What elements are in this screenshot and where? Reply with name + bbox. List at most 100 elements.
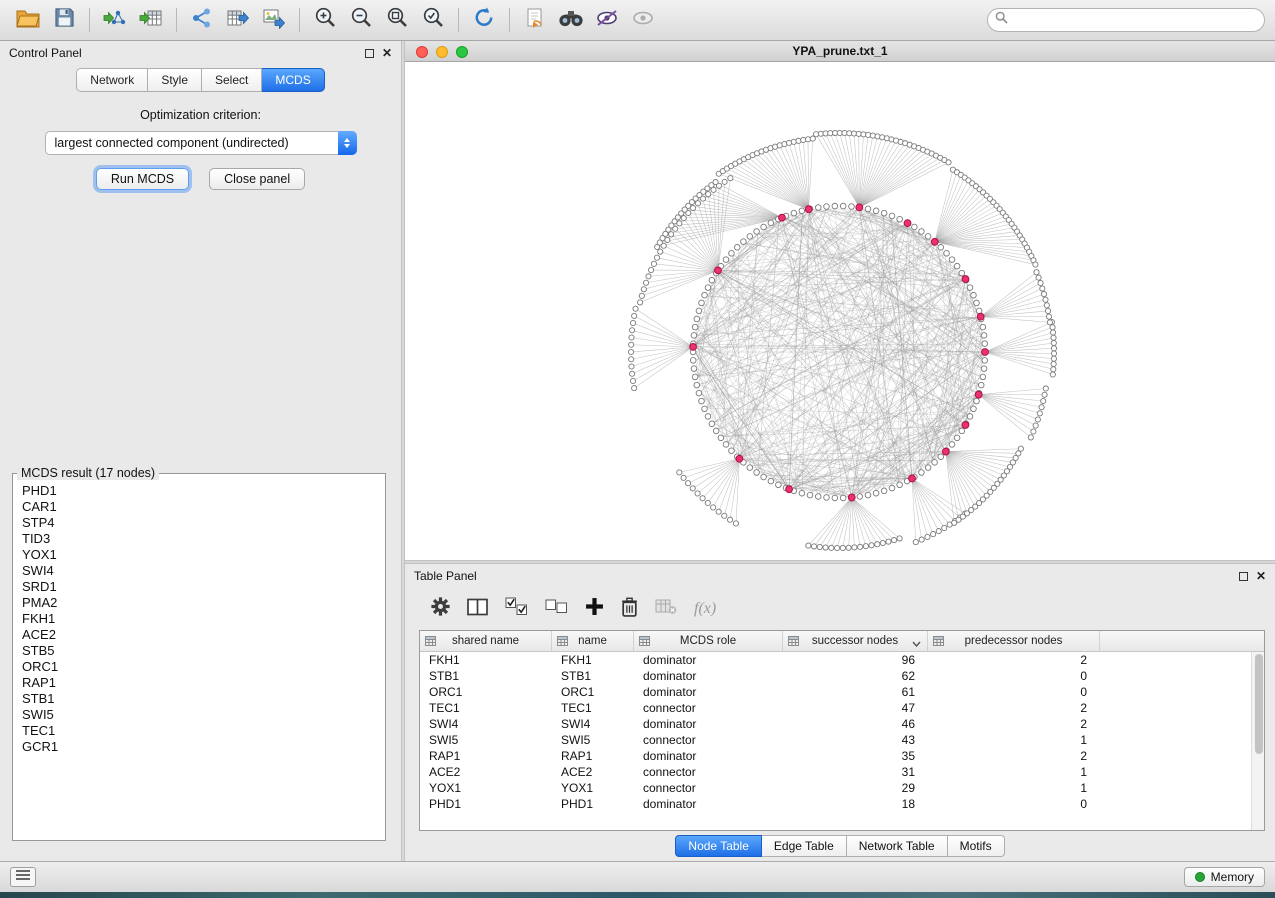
table-scrollbar[interactable] — [1251, 652, 1264, 830]
result-node[interactable]: GCR1 — [22, 739, 385, 755]
unchecked-boxes-icon — [545, 597, 568, 621]
task-history-button[interactable] — [10, 867, 36, 887]
show-hide-button[interactable] — [625, 5, 661, 36]
tab-network[interactable]: Network — [76, 68, 148, 92]
manage-networks-button[interactable] — [517, 5, 553, 36]
tab-mcds[interactable]: MCDS — [262, 68, 324, 92]
save-session-button[interactable] — [46, 5, 82, 36]
toggle-visibility-button[interactable] — [589, 5, 625, 36]
table-cell: connector — [634, 781, 783, 795]
delete-column-button[interactable] — [621, 597, 638, 622]
table-row[interactable]: STB1STB1dominator620 — [420, 668, 1251, 684]
result-node[interactable]: SWI5 — [22, 707, 385, 723]
export-table-button[interactable] — [220, 5, 256, 36]
table-delete-icon — [655, 598, 677, 620]
select-all-button[interactable] — [505, 597, 528, 621]
tab-select[interactable]: Select — [202, 68, 262, 92]
table-row[interactable]: ORC1ORC1dominator610 — [420, 684, 1251, 700]
column-header-shared-name[interactable]: shared name — [420, 631, 552, 651]
open-session-button[interactable] — [10, 5, 46, 36]
network-canvas[interactable] — [405, 62, 1275, 560]
network-window: YPA_prune.txt_1 — [405, 41, 1275, 560]
show-columns-button[interactable] — [467, 598, 488, 621]
result-node[interactable]: SWI4 — [22, 563, 385, 579]
result-node[interactable]: YOX1 — [22, 547, 385, 563]
close-table-panel-icon[interactable]: ✕ — [1256, 570, 1266, 582]
table-cell: 35 — [783, 749, 928, 763]
result-node[interactable]: STP4 — [22, 515, 385, 531]
sort-chevron-icon[interactable] — [912, 638, 921, 650]
zoom-in-icon — [314, 6, 337, 34]
table-row[interactable]: TEC1TEC1connector472 — [420, 700, 1251, 716]
zoom-in-button[interactable] — [307, 5, 343, 36]
control-panel-titlebar: Control Panel ✕ — [0, 41, 401, 65]
table-row[interactable]: PHD1PHD1dominator180 — [420, 796, 1251, 812]
close-panel-button[interactable]: Close panel — [209, 168, 305, 190]
result-node[interactable]: FKH1 — [22, 611, 385, 627]
column-header-MCDS-role[interactable]: MCDS role — [634, 631, 783, 651]
result-node[interactable]: STB1 — [22, 691, 385, 707]
tab-network-table[interactable]: Network Table — [847, 835, 948, 857]
minimize-window-icon[interactable] — [436, 46, 448, 58]
float-panel-icon[interactable] — [365, 49, 374, 58]
result-node[interactable]: RAP1 — [22, 675, 385, 691]
import-network-file-button[interactable] — [97, 5, 133, 36]
criterion-dropdown[interactable]: largest connected component (undirected) — [45, 131, 357, 155]
tab-motifs[interactable]: Motifs — [948, 835, 1005, 857]
result-node[interactable]: PMA2 — [22, 595, 385, 611]
table-cell: TEC1 — [552, 701, 634, 715]
memory-button[interactable]: Memory — [1184, 867, 1265, 887]
maximize-window-icon[interactable] — [456, 46, 468, 58]
function-builder-button[interactable]: f(x) — [694, 600, 716, 618]
result-node[interactable]: ORC1 — [22, 659, 385, 675]
zoom-selected-button[interactable] — [415, 5, 451, 36]
result-node[interactable]: ACE2 — [22, 627, 385, 643]
result-node[interactable]: TID3 — [22, 531, 385, 547]
float-table-panel-icon[interactable] — [1239, 572, 1248, 581]
table-cell: connector — [634, 701, 783, 715]
table-row[interactable]: SWI5SWI5connector431 — [420, 732, 1251, 748]
tab-node-table[interactable]: Node Table — [675, 835, 762, 857]
network-title: YPA_prune.txt_1 — [792, 44, 887, 58]
table-cell: SWI5 — [552, 733, 634, 747]
table-row[interactable]: YOX1YOX1connector291 — [420, 780, 1251, 796]
zoom-fit-button[interactable] — [379, 5, 415, 36]
table-cell: 1 — [928, 765, 1100, 779]
apply-layout-button[interactable] — [466, 5, 502, 36]
table-row[interactable]: RAP1RAP1dominator352 — [420, 748, 1251, 764]
close-panel-icon[interactable]: ✕ — [382, 47, 392, 59]
tab-edge-table[interactable]: Edge Table — [762, 835, 847, 857]
scrollbar-thumb[interactable] — [1255, 654, 1263, 754]
search-field[interactable] — [987, 8, 1265, 32]
result-node[interactable]: PHD1 — [22, 483, 385, 499]
table-row[interactable]: SWI4SWI4dominator462 — [420, 716, 1251, 732]
search-input[interactable] — [1013, 13, 1257, 27]
close-window-icon[interactable] — [416, 46, 428, 58]
result-node[interactable]: CAR1 — [22, 499, 385, 515]
deselect-all-button[interactable] — [545, 597, 568, 621]
table-row[interactable]: FKH1FKH1dominator962 — [420, 652, 1251, 668]
node-table: shared namename MCDS role successor nodesp… — [419, 630, 1265, 831]
main-toolbar — [0, 0, 1275, 41]
table-settings-button[interactable] — [431, 597, 450, 621]
result-node[interactable]: SRD1 — [22, 579, 385, 595]
table-cell: 31 — [783, 765, 928, 779]
new-network-button[interactable] — [184, 5, 220, 36]
table-row[interactable]: ACE2ACE2connector311 — [420, 764, 1251, 780]
tab-style[interactable]: Style — [148, 68, 202, 92]
column-header-predecessor-nodes[interactable]: predecessor nodes — [928, 631, 1100, 651]
add-column-button[interactable] — [585, 597, 604, 621]
result-node[interactable]: TEC1 — [22, 723, 385, 739]
export-image-button[interactable] — [256, 5, 292, 36]
column-label: MCDS role — [680, 635, 736, 647]
search-network-button[interactable] — [553, 5, 589, 36]
column-header-successor-nodes[interactable]: successor nodes — [783, 631, 928, 651]
application-window: Control Panel ✕ NetworkStyleSelectMCDS O… — [0, 0, 1275, 898]
zoom-out-button[interactable] — [343, 5, 379, 36]
document-share-icon — [525, 7, 545, 34]
import-table-file-button[interactable] — [133, 5, 169, 36]
result-node[interactable]: STB5 — [22, 643, 385, 659]
dropdown-stepper-icon — [338, 131, 357, 155]
column-header-name[interactable]: name — [552, 631, 634, 651]
run-mcds-button[interactable]: Run MCDS — [96, 168, 189, 190]
